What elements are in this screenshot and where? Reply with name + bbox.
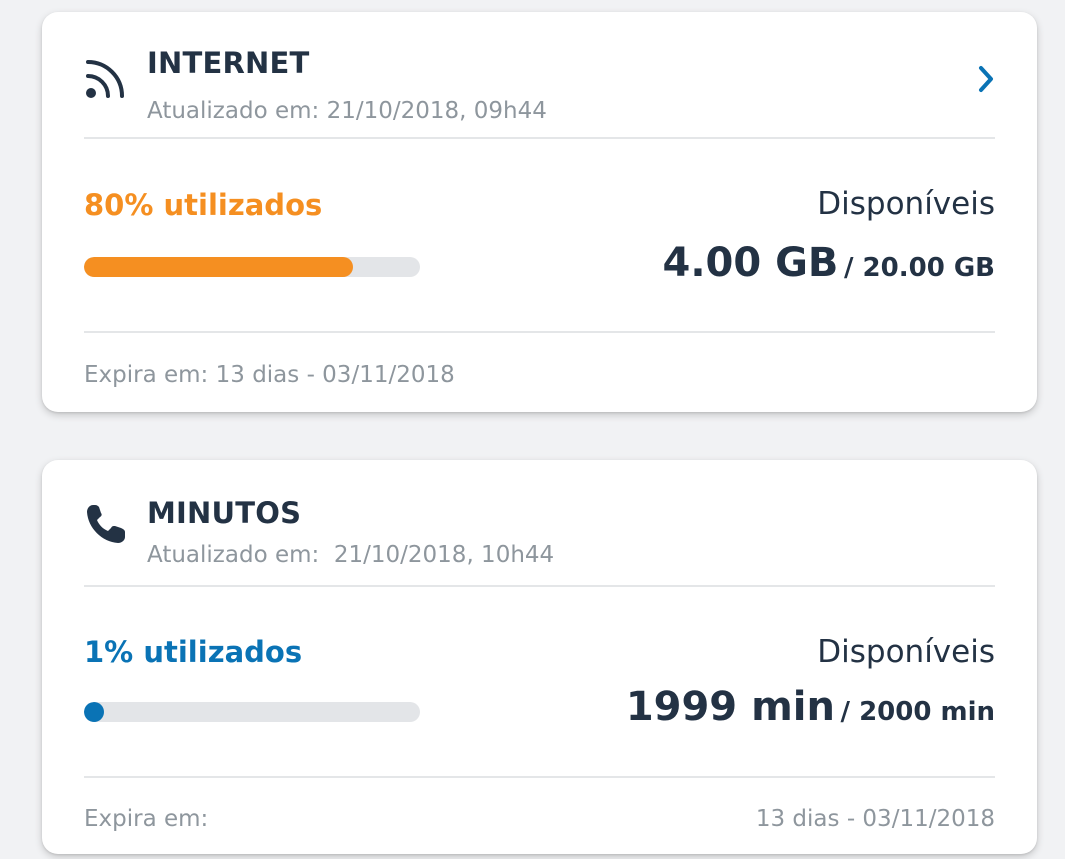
minutos-updated-text: Atualizado em: 21/10/2018, 10h44 xyxy=(147,542,555,568)
internet-used-percent: 80% utilizados xyxy=(84,188,322,222)
used-label: utilizados xyxy=(143,635,303,669)
phone-icon xyxy=(87,505,125,543)
internet-expiration-text: Expira em: 13 dias - 03/11/2018 xyxy=(84,362,455,388)
total-amount: / 20.00 GB xyxy=(844,253,995,283)
divider xyxy=(84,137,995,139)
minutos-expiration-value: 13 dias - 03/11/2018 xyxy=(755,806,995,832)
chevron-right-icon[interactable] xyxy=(975,62,999,96)
minutos-available-label: Disponíveis xyxy=(817,634,995,670)
rss-icon xyxy=(86,60,124,98)
minutos-usage-bar-fill xyxy=(84,702,104,722)
minutos-expiration-label: Expira em: xyxy=(84,806,209,832)
minutos-title: MINUTOS xyxy=(147,496,302,530)
internet-card[interactable]: INTERNET Atualizado em: 21/10/2018, 09h4… xyxy=(42,12,1037,412)
internet-available-label: Disponíveis xyxy=(817,186,995,222)
internet-usage-bar-fill xyxy=(84,257,353,277)
minutos-used-percent: 1% utilizados xyxy=(84,635,302,669)
internet-title: INTERNET xyxy=(147,46,310,80)
available-amount: 4.00 GB xyxy=(662,240,839,286)
minutos-card[interactable]: MINUTOS Atualizado em: 21/10/2018, 10h44… xyxy=(42,460,1037,854)
internet-updated-text: Atualizado em: 21/10/2018, 09h44 xyxy=(147,98,547,124)
divider xyxy=(84,585,995,587)
total-amount: / 2000 min xyxy=(840,697,995,727)
internet-usage-bar xyxy=(84,257,420,277)
used-percent-value: 80% xyxy=(84,188,154,222)
used-label: utilizados xyxy=(163,188,323,222)
internet-available-value: 4.00 GB / 20.00 GB xyxy=(662,240,995,286)
used-percent-value: 1% xyxy=(84,635,134,669)
divider xyxy=(84,776,995,778)
divider xyxy=(84,331,995,333)
minutos-usage-bar xyxy=(84,702,420,722)
minutos-available-value: 1999 min / 2000 min xyxy=(626,684,995,730)
available-amount: 1999 min xyxy=(625,684,835,730)
